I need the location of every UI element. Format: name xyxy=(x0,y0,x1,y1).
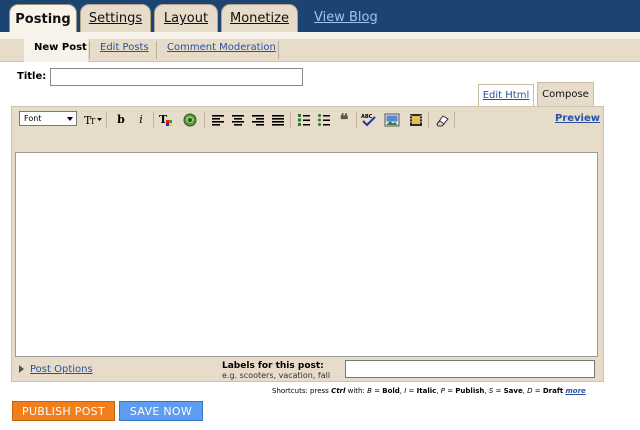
shortcut-key: S xyxy=(488,387,494,395)
insert-image-icon[interactable] xyxy=(384,112,400,127)
toolbar-divider xyxy=(153,112,154,128)
align-left-icon[interactable] xyxy=(210,112,226,127)
shortcut-key: B xyxy=(367,387,372,395)
shortcut-label: Draft xyxy=(542,387,564,395)
blockquote-icon[interactable]: ❝ xyxy=(336,110,352,129)
shortcut-key: D xyxy=(527,387,533,395)
link-icon[interactable] xyxy=(182,112,198,127)
tab-posting[interactable]: Posting xyxy=(9,4,77,33)
subnav-divider xyxy=(89,41,90,59)
toolbar-divider xyxy=(454,112,455,128)
text-color-icon[interactable]: T xyxy=(158,112,174,127)
shortcuts-ctrl: Ctrl xyxy=(331,387,346,395)
title-label: Title: xyxy=(17,71,47,82)
publish-post-button[interactable]: PUBLISH POST xyxy=(12,401,115,421)
toolbar-divider xyxy=(290,112,291,128)
spell-check-icon[interactable]: ABC xyxy=(361,112,377,127)
expand-arrow-icon[interactable] xyxy=(19,365,24,373)
post-body-editor[interactable] xyxy=(15,152,598,357)
align-center-icon[interactable] xyxy=(230,112,246,127)
chevron-down-icon xyxy=(67,117,73,121)
svg-text:T: T xyxy=(90,117,96,126)
font-size-icon[interactable]: TT xyxy=(83,112,103,127)
shortcut-key: I xyxy=(404,387,407,395)
tab-settings[interactable]: Settings xyxy=(80,4,151,32)
labels-title: Labels for this post: xyxy=(222,361,324,371)
shortcuts-prefix: Shortcuts: press xyxy=(272,387,329,395)
svg-text:ABC: ABC xyxy=(361,114,373,120)
align-right-icon[interactable] xyxy=(250,112,266,127)
subtab-edit-posts[interactable]: Edit Posts xyxy=(100,42,149,53)
bullet-list-icon[interactable] xyxy=(316,112,332,127)
tab-compose[interactable]: Compose xyxy=(537,82,594,106)
subnav-divider xyxy=(156,41,157,59)
italic-icon[interactable]: i xyxy=(133,112,149,127)
shortcut-label: Bold xyxy=(382,387,400,395)
subnav-spacer xyxy=(0,32,640,39)
view-blog-link[interactable]: View Blog xyxy=(314,10,378,25)
posting-subnav: New Post Edit Posts Comment Moderation xyxy=(0,39,640,62)
post-options-link[interactable]: Post Options xyxy=(30,364,93,375)
labels-hint: e.g. scooters, vacation, fall xyxy=(222,371,331,380)
shortcut-key: P xyxy=(440,387,445,395)
font-select-label: Font xyxy=(24,114,42,123)
shortcut-label: Save xyxy=(503,387,523,395)
save-now-button[interactable]: SAVE NOW xyxy=(119,401,203,421)
font-select[interactable]: Font xyxy=(19,111,77,126)
numbered-list-icon[interactable] xyxy=(296,112,312,127)
post-title-input[interactable] xyxy=(50,68,303,86)
bold-icon[interactable]: b xyxy=(113,112,129,127)
shortcuts-hint: Shortcuts: press Ctrl with: B = Bold, I … xyxy=(272,387,586,395)
tab-layout[interactable]: Layout xyxy=(154,4,218,32)
shortcuts-more-link[interactable]: more xyxy=(565,387,585,395)
justify-icon[interactable] xyxy=(270,112,286,127)
tab-edit-html[interactable]: Edit Html xyxy=(478,84,534,106)
labels-input[interactable] xyxy=(345,360,595,378)
toolbar-divider xyxy=(356,112,357,128)
insert-video-icon[interactable] xyxy=(408,112,424,127)
shortcut-label: Italic xyxy=(416,387,437,395)
toolbar-divider xyxy=(428,112,429,128)
tab-monetize[interactable]: Monetize xyxy=(221,4,298,32)
subtab-comment-moderation[interactable]: Comment Moderation xyxy=(167,42,276,53)
remove-formatting-icon[interactable] xyxy=(434,112,450,127)
subnav-divider xyxy=(278,41,279,59)
toolbar-divider xyxy=(106,112,107,128)
shortcuts-with: with: xyxy=(347,387,365,395)
shortcut-label: Publish xyxy=(455,387,485,395)
toolbar-divider xyxy=(204,112,205,128)
preview-link[interactable]: Preview xyxy=(555,113,600,124)
subtab-new-post[interactable]: New Post xyxy=(34,42,87,53)
